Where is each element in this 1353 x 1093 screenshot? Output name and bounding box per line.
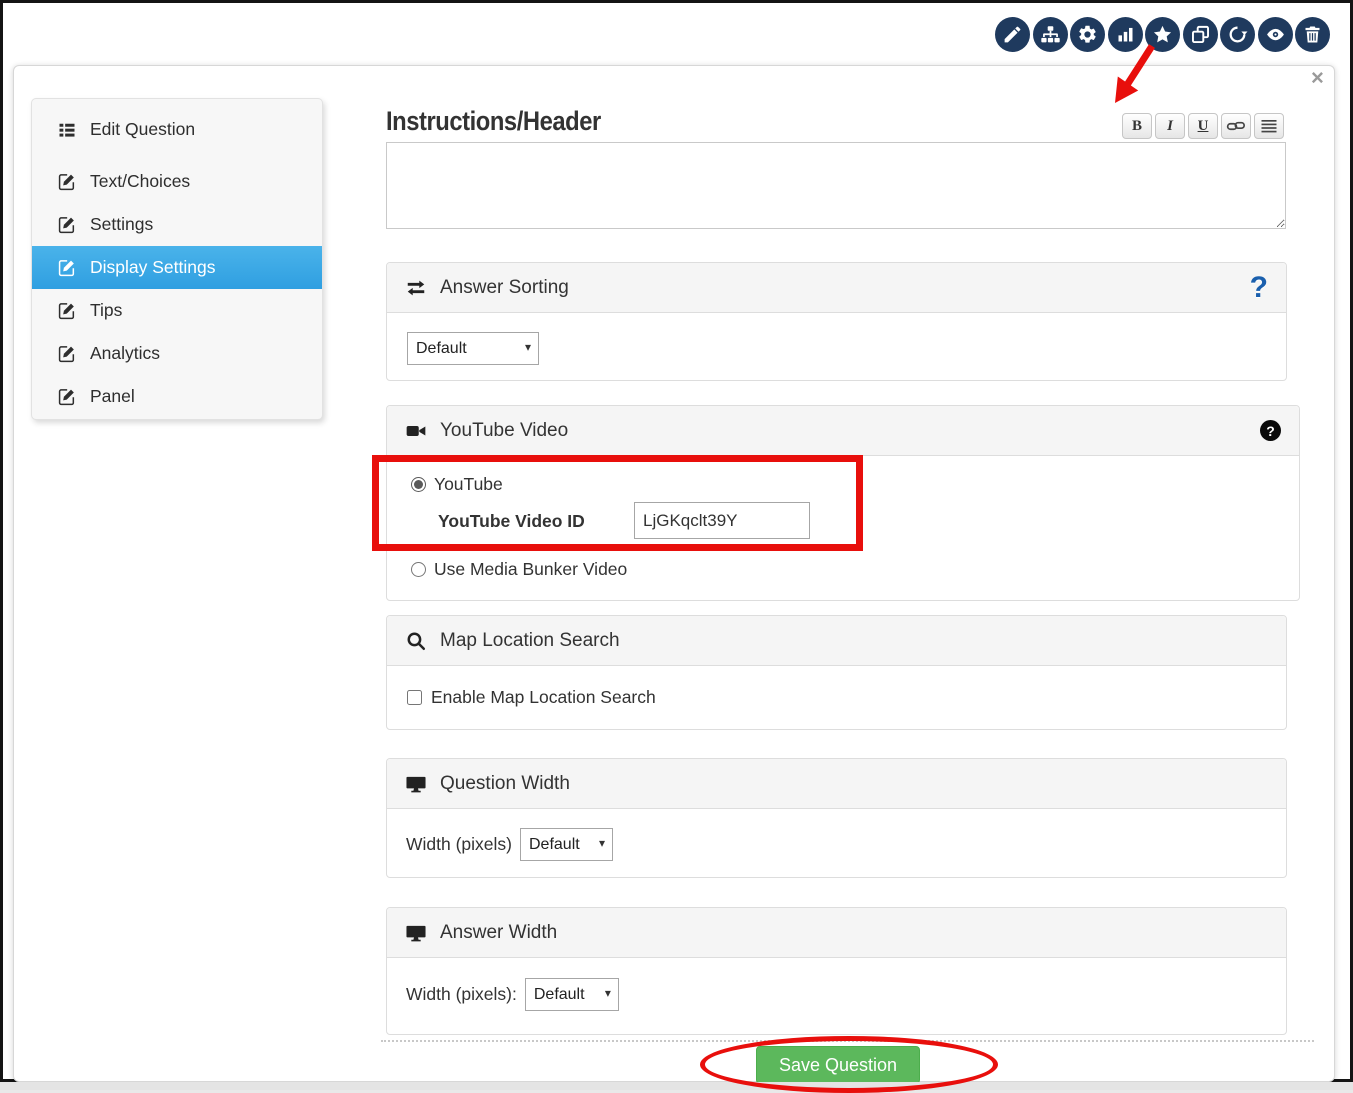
youtube-video-title: YouTube Video: [440, 420, 568, 442]
gear-icon[interactable]: [1070, 17, 1105, 52]
answer-sorting-panel: Answer Sorting ? Default: [386, 262, 1287, 381]
question-width-row: Width (pixels) Default: [406, 828, 613, 861]
bold-button[interactable]: B: [1122, 113, 1152, 139]
map-search-row: Enable Map Location Search: [407, 687, 656, 708]
edit-icon: [57, 344, 77, 364]
pencil-icon[interactable]: [995, 17, 1030, 52]
answer-sorting-title: Answer Sorting: [440, 277, 569, 299]
sidebar-item-display-settings[interactable]: Display Settings: [32, 246, 322, 289]
list-icon: [57, 120, 77, 140]
sidebar-item-label: Panel: [90, 386, 135, 407]
bar-chart-icon[interactable]: [1108, 17, 1143, 52]
map-search-header: Map Location Search: [387, 616, 1286, 666]
sidebar-item-label: Edit Question: [90, 119, 195, 140]
video-id-label: YouTube Video ID: [438, 511, 585, 532]
video-camera-icon: [405, 420, 427, 442]
answer-width-row: Width (pixels): Default: [406, 978, 619, 1011]
question-width-panel: Question Width Width (pixels) Default: [386, 758, 1287, 878]
underline-button[interactable]: U: [1188, 113, 1218, 139]
eye-icon[interactable]: [1258, 17, 1293, 52]
question-width-select[interactable]: Default: [520, 828, 613, 861]
desktop-icon: [405, 922, 427, 944]
footer-divider: [381, 1040, 1314, 1042]
clone-icon[interactable]: [1183, 17, 1218, 52]
sort-select-wrap: Default: [407, 332, 539, 365]
search-icon: [405, 630, 427, 652]
answer-sorting-header: Answer Sorting ?: [387, 263, 1286, 313]
map-search-panel: Map Location Search Enable Map Location …: [386, 615, 1287, 730]
youtube-radio[interactable]: [411, 477, 426, 492]
sidebar-item-panel[interactable]: Panel: [32, 375, 322, 418]
save-question-button[interactable]: Save Question: [756, 1046, 920, 1084]
youtube-video-header: YouTube Video ?: [387, 406, 1299, 456]
sidebar-item-label: Analytics: [90, 343, 160, 364]
help-icon[interactable]: ?: [1250, 273, 1268, 303]
exchange-icon: [405, 277, 427, 299]
question-width-title: Question Width: [440, 773, 570, 795]
edit-icon: [57, 215, 77, 235]
enable-map-search-checkbox[interactable]: [407, 690, 422, 705]
screenshot-frame: × Edit Question Text/Choices Settings Displ…: [0, 0, 1353, 1082]
edit-icon: [57, 301, 77, 321]
answer-width-title: Answer Width: [440, 922, 557, 944]
page-title: Instructions/Header: [386, 106, 601, 137]
sitemap-icon[interactable]: [1033, 17, 1068, 52]
edit-icon: [57, 387, 77, 407]
instructions-textarea[interactable]: [386, 142, 1286, 229]
question-width-header: Question Width: [387, 759, 1286, 809]
answer-width-panel: Answer Width Width (pixels): Default: [386, 907, 1287, 1035]
refresh-icon[interactable]: [1220, 17, 1255, 52]
media-bunker-radio-label: Use Media Bunker Video: [434, 559, 627, 580]
trash-icon[interactable]: [1295, 17, 1330, 52]
sidebar-item-analytics[interactable]: Analytics: [32, 332, 322, 375]
youtube-radio-label: YouTube: [434, 474, 503, 495]
frame-bottom-strip: [0, 1082, 1353, 1090]
media-bunker-radio[interactable]: [411, 562, 426, 577]
answer-width-select[interactable]: Default: [525, 978, 619, 1011]
sidebar-item-edit-question[interactable]: Edit Question: [32, 108, 322, 151]
close-icon[interactable]: ×: [1311, 67, 1324, 89]
italic-button[interactable]: I: [1155, 113, 1185, 139]
link-button[interactable]: [1221, 113, 1251, 139]
sidebar-item-tips[interactable]: Tips: [32, 289, 322, 332]
sidebar-item-label: Text/Choices: [90, 171, 190, 192]
sidebar: Edit Question Text/Choices Settings Display…: [31, 98, 323, 420]
richtext-toolbar: BIU: [1122, 113, 1284, 139]
star-icon[interactable]: [1145, 17, 1180, 52]
question-action-toolbar: [995, 17, 1330, 52]
youtube-radio-row: YouTube: [411, 474, 503, 495]
video-id-input[interactable]: [634, 502, 810, 539]
sidebar-item-label: Display Settings: [90, 257, 215, 278]
youtube-video-panel: YouTube Video ? YouTube YouTube Video ID…: [386, 405, 1300, 601]
justify-button[interactable]: [1254, 113, 1284, 139]
sidebar-item-label: Tips: [90, 300, 122, 321]
answer-sorting-select[interactable]: Default: [407, 332, 539, 365]
edit-icon: [57, 258, 77, 278]
enable-map-search-label: Enable Map Location Search: [431, 687, 656, 708]
question-width-label: Width (pixels): [406, 834, 512, 855]
map-search-title: Map Location Search: [440, 630, 620, 652]
edit-icon: [57, 172, 77, 192]
media-bunker-radio-row: Use Media Bunker Video: [411, 559, 627, 580]
help-circle-icon[interactable]: ?: [1260, 420, 1281, 441]
desktop-icon: [405, 773, 427, 795]
answer-width-label: Width (pixels):: [406, 984, 517, 1005]
sidebar-item-label: Settings: [90, 214, 153, 235]
answer-width-header: Answer Width: [387, 908, 1286, 958]
sidebar-item-text-choices[interactable]: Text/Choices: [32, 160, 322, 203]
sidebar-item-settings[interactable]: Settings: [32, 203, 322, 246]
